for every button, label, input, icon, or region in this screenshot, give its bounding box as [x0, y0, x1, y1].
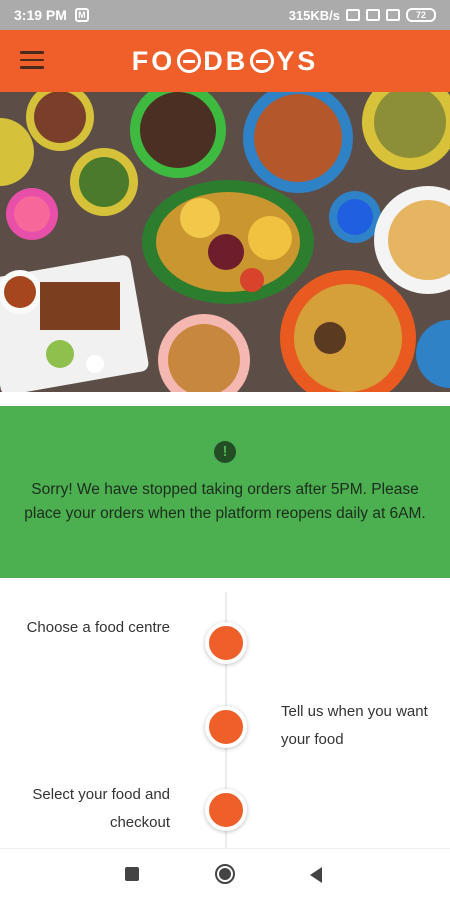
foodboys-logo: FO DB YS [131, 45, 319, 76]
back-icon[interactable] [310, 867, 322, 883]
app-bar: FO DB YS [0, 30, 450, 92]
step-1-dot [205, 622, 247, 664]
step-2-dot [205, 706, 247, 748]
food-spread-illustration [0, 92, 450, 392]
closed-message: Sorry! We have stopped taking orders aft… [24, 481, 426, 522]
logo-bowl-icon [177, 49, 202, 73]
how-it-works-steps: Choose a food centre Tell us when you wa… [0, 578, 450, 848]
step-3-label: Select your food and checkout [32, 786, 170, 831]
system-nav-bar [0, 848, 450, 900]
status-time: 3:19 PM [14, 7, 67, 23]
step-2-label: Tell us when you want your food [281, 703, 428, 748]
step-1-label: Choose a food centre [26, 619, 170, 636]
signal-icon [386, 9, 400, 21]
network-speed: 315KB/s [288, 7, 340, 23]
notification-icon: M [74, 8, 89, 22]
exclamation-icon: ! [214, 441, 236, 463]
home-icon[interactable] [215, 864, 235, 884]
status-right: 315KB/s 72 [289, 8, 436, 23]
hero-food-image [0, 92, 450, 392]
battery-icon: 72 [406, 8, 436, 22]
hamburger-menu-icon[interactable] [20, 51, 44, 69]
step-3-dot [205, 789, 247, 831]
bluetooth-icon [346, 9, 360, 21]
status-bar: 3:19 PM M 315KB/s 72 [0, 0, 450, 30]
wifi-icon [366, 9, 380, 21]
recent-apps-icon[interactable] [125, 867, 139, 881]
logo-face-icon [250, 49, 275, 73]
orders-closed-banner: ! Sorry! We have stopped taking orders a… [0, 406, 450, 578]
